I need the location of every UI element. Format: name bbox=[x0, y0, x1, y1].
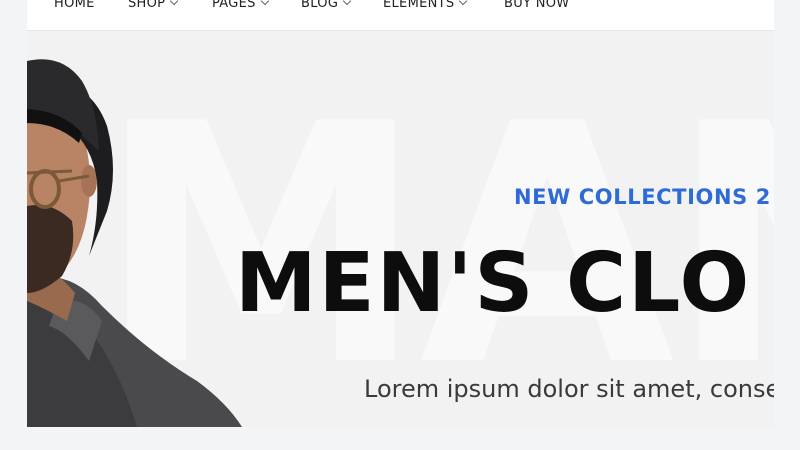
chevron-down-icon bbox=[260, 0, 269, 6]
nav-item-home[interactable]: HOME bbox=[54, 0, 95, 13]
nav-item-blog[interactable]: BLOG bbox=[301, 0, 352, 13]
nav-item-pages[interactable]: PAGES bbox=[212, 0, 269, 13]
nav-item-label: BUY NOW bbox=[504, 0, 570, 11]
hero-banner: MAN NEW COLLECTIONS 2 MEN'S CLO bbox=[27, 31, 774, 427]
page-frame: HOME SHOP PAGES BLOG ELEMENTS BUY NOW MA… bbox=[27, 0, 774, 427]
hero-subtext: Lorem ipsum dolor sit amet, conse bbox=[364, 375, 774, 403]
nav-item-shop[interactable]: SHOP bbox=[128, 0, 179, 13]
chevron-down-icon bbox=[170, 0, 179, 6]
nav-item-label: HOME bbox=[54, 0, 95, 11]
nav-item-elements[interactable]: ELEMENTS bbox=[383, 0, 468, 13]
hero-headline: MEN'S CLO bbox=[235, 236, 752, 331]
nav-item-buy-now[interactable]: BUY NOW bbox=[504, 0, 569, 13]
nav-item-label: ELEMENTS bbox=[383, 0, 455, 11]
hero-model-image bbox=[27, 59, 242, 427]
hero-eyebrow-text: NEW COLLECTIONS 2 bbox=[514, 185, 771, 209]
chevron-down-icon bbox=[459, 0, 468, 6]
nav-item-label: BLOG bbox=[301, 0, 339, 11]
nav-item-label: PAGES bbox=[212, 0, 256, 11]
nav-item-label: SHOP bbox=[128, 0, 166, 11]
chevron-down-icon bbox=[342, 0, 352, 6]
main-navigation: HOME SHOP PAGES BLOG ELEMENTS BUY NOW bbox=[27, 0, 774, 31]
